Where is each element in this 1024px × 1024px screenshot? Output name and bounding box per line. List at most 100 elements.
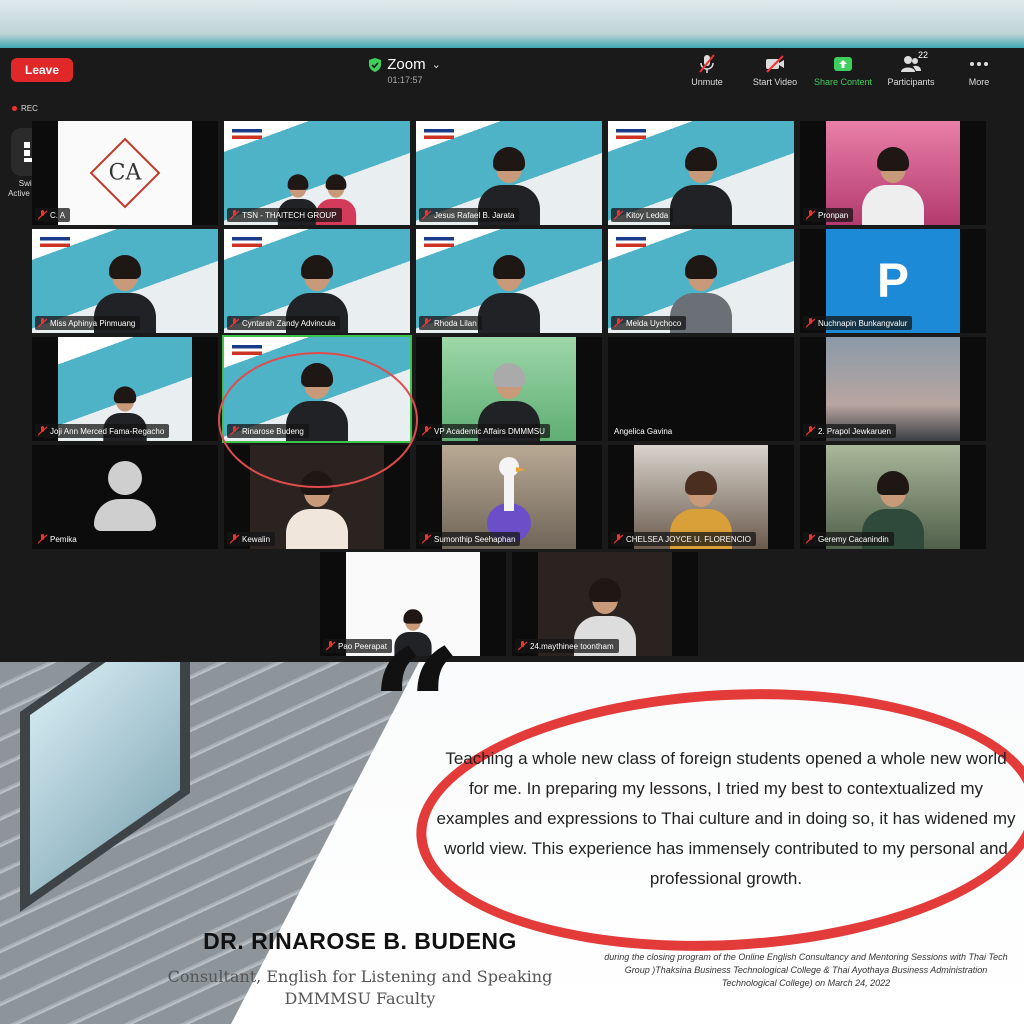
flag-banner — [616, 237, 646, 247]
participant-tile[interactable]: Joji Ann Merced Fama-Regacho — [32, 337, 218, 441]
participant-tile[interactable]: 24.maythinee toontham — [512, 552, 698, 656]
participant-name: TSN - THAITECH GROUP — [242, 210, 337, 220]
flag-banner — [232, 237, 262, 247]
participant-tile[interactable]: Rhoda Lilan — [416, 229, 602, 333]
participant-name: 24.maythinee toontham — [530, 641, 614, 651]
participant-name-tag: Jesus Rafael B. Jarata — [419, 208, 520, 222]
mic-off-icon — [422, 426, 431, 436]
shield-check-icon — [369, 57, 382, 72]
share-content-label: Share Content — [813, 77, 873, 87]
video-off-icon — [766, 55, 784, 73]
speaker-role-line1: Consultant, English for Listening and Sp… — [167, 967, 553, 986]
participant-tile[interactable]: Kitoy Ledda — [608, 121, 794, 225]
participant-name: Melda Uychoco — [626, 318, 682, 328]
top-teal-band — [0, 0, 1024, 48]
participant-count: 22 — [917, 50, 928, 60]
participant-tile[interactable]: Jesus Rafael B. Jarata — [416, 121, 602, 225]
participant-name-tag: Kitoy Ledda — [611, 208, 674, 222]
unmute-button[interactable]: Unmute — [680, 54, 734, 87]
participant-tile[interactable]: Pemika — [32, 445, 218, 549]
participant-name-tag: Rhoda Lilan — [419, 316, 482, 330]
avatar-letter: P — [876, 254, 909, 308]
participant-name-tag: Angelica Gavina — [611, 424, 677, 438]
participant-tile[interactable]: Pronpan — [800, 121, 986, 225]
participant-name: Jesus Rafael B. Jarata — [434, 210, 515, 220]
participant-tile[interactable]: P Nuchnapin Bunkangvalur — [800, 229, 986, 333]
start-video-label: Start Video — [752, 77, 798, 87]
flag-banner — [232, 129, 262, 139]
participant-tile[interactable]: 2. Prapol Jewkaruen — [800, 337, 986, 441]
participant-name: CHELSEA JOYCE U. FLORENCIO — [626, 534, 751, 544]
flag-banner — [424, 237, 454, 247]
meeting-app-title: Zoom — [387, 56, 426, 73]
default-avatar-body — [94, 499, 156, 531]
speaker-name: DR. RINAROSE B. BUDENG — [203, 928, 517, 954]
chevron-down-icon[interactable]: ⌄ — [432, 58, 441, 71]
participant-tile[interactable]: Cyntarah Zandy Advincula — [224, 229, 410, 333]
participant-name-tag: 2. Prapol Jewkaruen — [803, 424, 896, 438]
participant-name: Geremy Cacanindin — [818, 534, 889, 544]
unmute-label: Unmute — [691, 77, 723, 87]
meeting-title[interactable]: Zoom ⌄ 01:17:57 — [360, 56, 450, 85]
participant-name-tag: VP Academic Affairs DMMMSU — [419, 424, 550, 438]
mic-off-icon — [614, 210, 623, 220]
more-button[interactable]: More — [952, 54, 1006, 87]
participant-tile[interactable]: CHELSEA JOYCE U. FLORENCIO — [608, 445, 794, 549]
participant-name: Angelica Gavina — [614, 426, 673, 436]
participant-tile[interactable]: Miss Aphinya Pinmuang — [32, 229, 218, 333]
participant-name: 2. Prapol Jewkaruen — [818, 426, 891, 436]
mic-off-icon — [518, 641, 527, 651]
participant-name-tag: Cyntarah Zandy Advincula — [227, 316, 341, 330]
recording-indicator: REC — [12, 104, 38, 113]
testimonial-quote: Teaching a whole new class of foreign st… — [436, 749, 1016, 888]
participant-name-tag: Kewalin — [227, 532, 276, 546]
event-caption: during the closing program of the Online… — [604, 952, 1008, 988]
participant-name-tag: Melda Uychoco — [611, 316, 687, 330]
participant-name-tag: TSN - THAITECH GROUP — [227, 208, 342, 222]
flag-banner — [616, 129, 646, 139]
participant-tile[interactable]: Geremy Cacanindin — [800, 445, 986, 549]
mic-off-icon — [230, 318, 239, 328]
participant-tile[interactable]: VP Academic Affairs DMMMSU — [416, 337, 602, 441]
mic-off-icon — [38, 318, 47, 328]
participant-tile[interactable]: Angelica Gavina — [608, 337, 794, 441]
participants-button[interactable]: 22 Participants — [884, 50, 938, 87]
participant-tile[interactable]: CA C. A — [32, 121, 218, 225]
leave-button[interactable]: Leave — [11, 58, 73, 82]
participant-name: Pemika — [50, 534, 77, 544]
participant-name-tag: Pronpan — [803, 208, 854, 222]
mic-off-icon — [422, 210, 431, 220]
zoom-meeting-window: Leave Zoom ⌄ 01:17:57 Unmute Start Video… — [0, 48, 1024, 662]
mic-off-icon — [422, 534, 431, 544]
participant-tile[interactable]: TSN - THAITECH GROUP — [224, 121, 410, 225]
mic-off-icon — [230, 534, 239, 544]
default-avatar-icon — [108, 461, 142, 495]
mic-off-icon — [38, 210, 47, 220]
mic-off-icon — [806, 426, 815, 436]
rec-label: REC — [21, 104, 38, 113]
participant-name: Miss Aphinya Pinmuang — [50, 318, 136, 328]
mic-off-icon — [614, 534, 623, 544]
participant-name: Nuchnapin Bunkangvalur — [818, 318, 908, 328]
person-figure — [666, 147, 736, 225]
mic-off-icon — [326, 641, 335, 651]
meeting-timer: 01:17:57 — [387, 75, 423, 85]
mic-off-icon — [38, 534, 47, 544]
mic-off-icon — [38, 426, 47, 436]
participant-name-tag: 24.maythinee toontham — [515, 639, 619, 653]
participant-tile[interactable]: Sumonthip Seehaphan — [416, 445, 602, 549]
participant-name: Kitoy Ledda — [626, 210, 669, 220]
participant-name: C. A — [50, 210, 66, 220]
more-icon — [970, 62, 988, 66]
participant-name: VP Academic Affairs DMMMSU — [434, 426, 545, 436]
flag-banner — [232, 345, 262, 355]
mic-off-icon — [806, 210, 815, 220]
participant-name-tag: Miss Aphinya Pinmuang — [35, 316, 141, 330]
bird-figure-icon — [486, 457, 531, 543]
participant-name-tag: CHELSEA JOYCE U. FLORENCIO — [611, 532, 756, 546]
start-video-button[interactable]: Start Video — [748, 54, 802, 87]
mic-off-icon — [699, 54, 715, 73]
ca-logo: CA — [108, 160, 142, 186]
participant-tile[interactable]: Melda Uychoco — [608, 229, 794, 333]
share-content-button[interactable]: Share Content — [813, 54, 873, 87]
